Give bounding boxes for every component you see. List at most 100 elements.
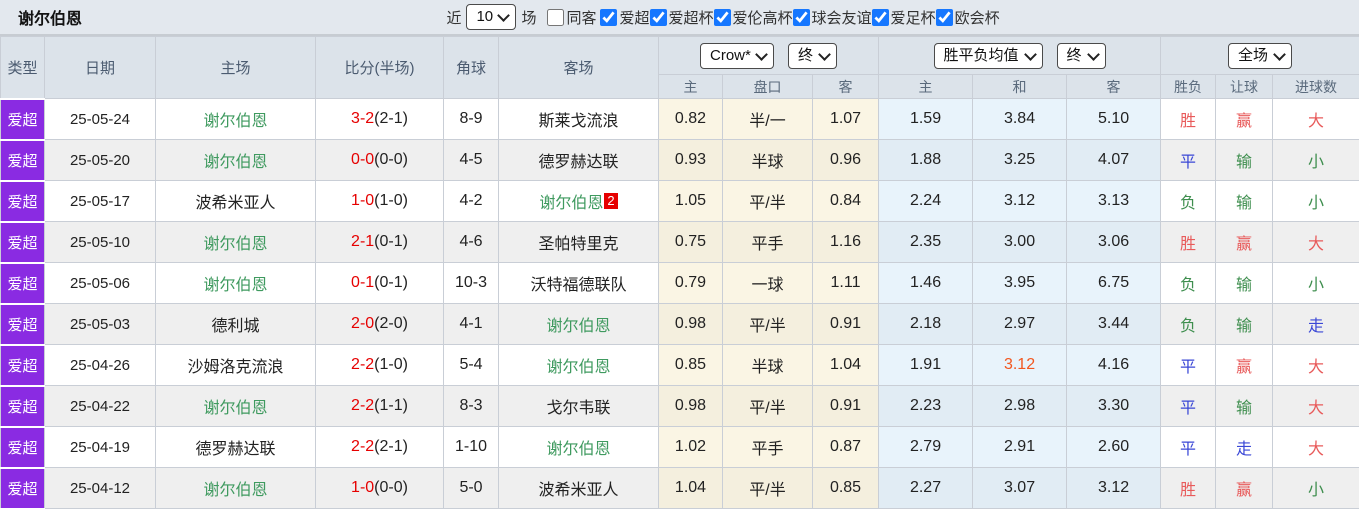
home-team: 谢尔伯恩 xyxy=(203,236,268,253)
filter-checkbox[interactable] xyxy=(935,8,953,26)
filter-checkbox[interactable] xyxy=(713,8,731,26)
asian-odds-cell: 1.02 xyxy=(658,426,723,468)
asian-odds-cell: 0.93 xyxy=(658,139,723,181)
result-cell: 走 xyxy=(1272,303,1359,345)
bookmaker-time-select[interactable]: 终 xyxy=(788,42,838,69)
filter-球会友谊[interactable]: 球会友谊 xyxy=(792,7,872,28)
result-group-header: 全场 xyxy=(1160,36,1359,75)
score-fulltime: 2-2 xyxy=(351,356,375,373)
scope-select-wrap: 全场 xyxy=(1228,42,1293,69)
asian-odds-cell: 平手 xyxy=(722,221,813,263)
asian-odds-cell: 0.91 xyxy=(811,303,880,345)
result-cell: 小 xyxy=(1272,180,1359,222)
match-count-select-wrap: 10 xyxy=(466,4,517,30)
result-cell: 大 xyxy=(1272,385,1359,427)
filter-label: 爱超 xyxy=(619,9,650,27)
bookmaker-select[interactable]: Crow* xyxy=(700,42,775,69)
filter-checkbox[interactable] xyxy=(600,8,618,26)
home-team: 波希米亚人 xyxy=(195,195,276,212)
asian-odds-cell: 1.07 xyxy=(811,98,880,140)
result-cell: 走 xyxy=(1215,426,1274,468)
filter-checkbox[interactable] xyxy=(649,8,667,26)
result-cell: 胜 xyxy=(1160,467,1217,509)
filter-同客[interactable]: 同客 xyxy=(547,7,596,28)
away-team: 戈尔韦联 xyxy=(546,400,611,417)
europe-odds-cell: 2.23 xyxy=(878,385,974,427)
row-type: 爱超 xyxy=(0,179,45,223)
match-table-body: 爱超 25-05-24 谢尔伯恩 3-2(2-1) 8-9 斯莱戈流浪 0.82… xyxy=(0,97,1359,510)
table-row: 爱超 25-05-17 波希米亚人 1-0(1-0) 4-2 谢尔伯恩 2 1.0… xyxy=(0,179,1359,223)
score-cell: 2-0(2-0) xyxy=(315,303,444,345)
subheader-asian-home: 主 xyxy=(658,74,723,99)
filter-爱超[interactable]: 爱超 xyxy=(600,7,650,28)
bookmaker-select-wrap: Crow* xyxy=(700,42,775,69)
score-cell: 2-2(1-0) xyxy=(315,344,444,386)
home-cell: 谢尔伯恩 xyxy=(155,385,316,427)
result-cell: 大 xyxy=(1272,98,1359,140)
row-date: 25-05-24 xyxy=(44,98,156,140)
subheader-europe-draw: 和 xyxy=(972,74,1068,99)
europe-odds-cell: 2.97 xyxy=(972,303,1068,345)
europe-odds-cell: 1.91 xyxy=(878,344,974,386)
away-cell: 波希米亚人 xyxy=(498,467,659,509)
europe-odds-cell: 6.75 xyxy=(1066,262,1162,304)
odds-time-select[interactable]: 终 xyxy=(1056,42,1106,69)
filter-checkbox[interactable] xyxy=(547,8,565,26)
subheader-europe-home: 主 xyxy=(878,74,974,99)
filter-爱伦高杯[interactable]: 爱伦高杯 xyxy=(713,7,793,28)
score-fulltime: 3-2 xyxy=(351,110,375,127)
odds-type-select[interactable]: 胜平负均值 xyxy=(933,42,1043,69)
score-fulltime: 2-0 xyxy=(351,315,375,332)
home-team: 谢尔伯恩 xyxy=(203,400,268,417)
home-cell: 德利城 xyxy=(155,303,316,345)
filter-checkbox[interactable] xyxy=(871,8,889,26)
topbar-controls: 近 10 场 同客 爱超 爱超杯 爱伦高杯 球会友谊 爱足杯 欧会杯 xyxy=(441,4,1000,30)
filter-欧会杯[interactable]: 欧会杯 xyxy=(935,7,1000,28)
scope-select[interactable]: 全场 xyxy=(1228,42,1293,69)
row-date: 25-04-19 xyxy=(44,426,156,468)
table-row: 爱超 25-05-03 德利城 2-0(2-0) 4-1 谢尔伯恩 0.98 平… xyxy=(0,302,1359,346)
europe-odds-cell: 2.98 xyxy=(972,385,1068,427)
score-halftime: (1-0) xyxy=(374,192,408,209)
away-team: 谢尔伯恩 xyxy=(539,195,604,212)
result-cell: 平 xyxy=(1160,344,1217,386)
europe-odds-cell: 2.35 xyxy=(878,221,974,263)
result-cell: 赢 xyxy=(1215,467,1274,509)
row-corners: 4-5 xyxy=(443,139,499,181)
topbar: 谢尔伯恩 近 10 场 同客 爱超 爱超杯 爱伦高杯 球会友谊 爱足杯 欧会杯 xyxy=(0,0,1359,36)
asian-odds-cell: 半球 xyxy=(722,344,813,386)
row-type: 爱超 xyxy=(0,220,45,264)
score-halftime: (1-1) xyxy=(374,397,408,414)
result-cell: 大 xyxy=(1272,221,1359,263)
filter-label: 爱伦高杯 xyxy=(732,9,793,27)
subheader-asian-away: 客 xyxy=(811,74,880,99)
home-team: 谢尔伯恩 xyxy=(203,113,268,130)
europe-odds-cell: 3.84 xyxy=(972,98,1068,140)
score-halftime: (1-0) xyxy=(374,356,408,373)
table-row: 爱超 25-04-12 谢尔伯恩 1-0(0-0) 5-0 波希米亚人 1.04… xyxy=(0,466,1359,510)
away-team: 圣帕特里克 xyxy=(538,236,619,253)
asian-odds-group-header: Crow* 终 xyxy=(657,36,880,75)
filter-group: 同客 爱超 爱超杯 爱伦高杯 球会友谊 爱足杯 欧会杯 xyxy=(541,7,1000,28)
europe-odds-cell: 1.59 xyxy=(878,98,974,140)
away-team: 谢尔伯恩 xyxy=(546,318,611,335)
filter-爱足杯[interactable]: 爱足杯 xyxy=(871,7,936,28)
table-row: 爱超 25-04-19 德罗赫达联 2-2(2-1) 1-10 谢尔伯恩 1.0… xyxy=(0,425,1359,469)
away-cell: 谢尔伯恩 xyxy=(498,344,659,386)
row-corners: 5-4 xyxy=(443,344,499,386)
filter-爱超杯[interactable]: 爱超杯 xyxy=(649,7,714,28)
score-fulltime: 2-1 xyxy=(351,233,375,250)
row-date: 25-05-17 xyxy=(44,180,156,222)
filter-checkbox[interactable] xyxy=(792,8,810,26)
europe-odds-cell: 2.18 xyxy=(878,303,974,345)
asian-odds-cell: 0.98 xyxy=(658,303,723,345)
score-fulltime: 1-0 xyxy=(351,479,375,496)
filter-label: 爱足杯 xyxy=(890,9,936,27)
match-count-select[interactable]: 10 xyxy=(466,4,517,30)
away-team: 德罗赫达联 xyxy=(538,154,619,171)
europe-odds-cell: 4.16 xyxy=(1066,344,1162,386)
row-type: 爱超 xyxy=(0,138,45,182)
filter-label: 欧会杯 xyxy=(954,9,1000,27)
score-fulltime: 0-1 xyxy=(351,274,375,291)
europe-odds-cell: 2.24 xyxy=(878,180,974,222)
